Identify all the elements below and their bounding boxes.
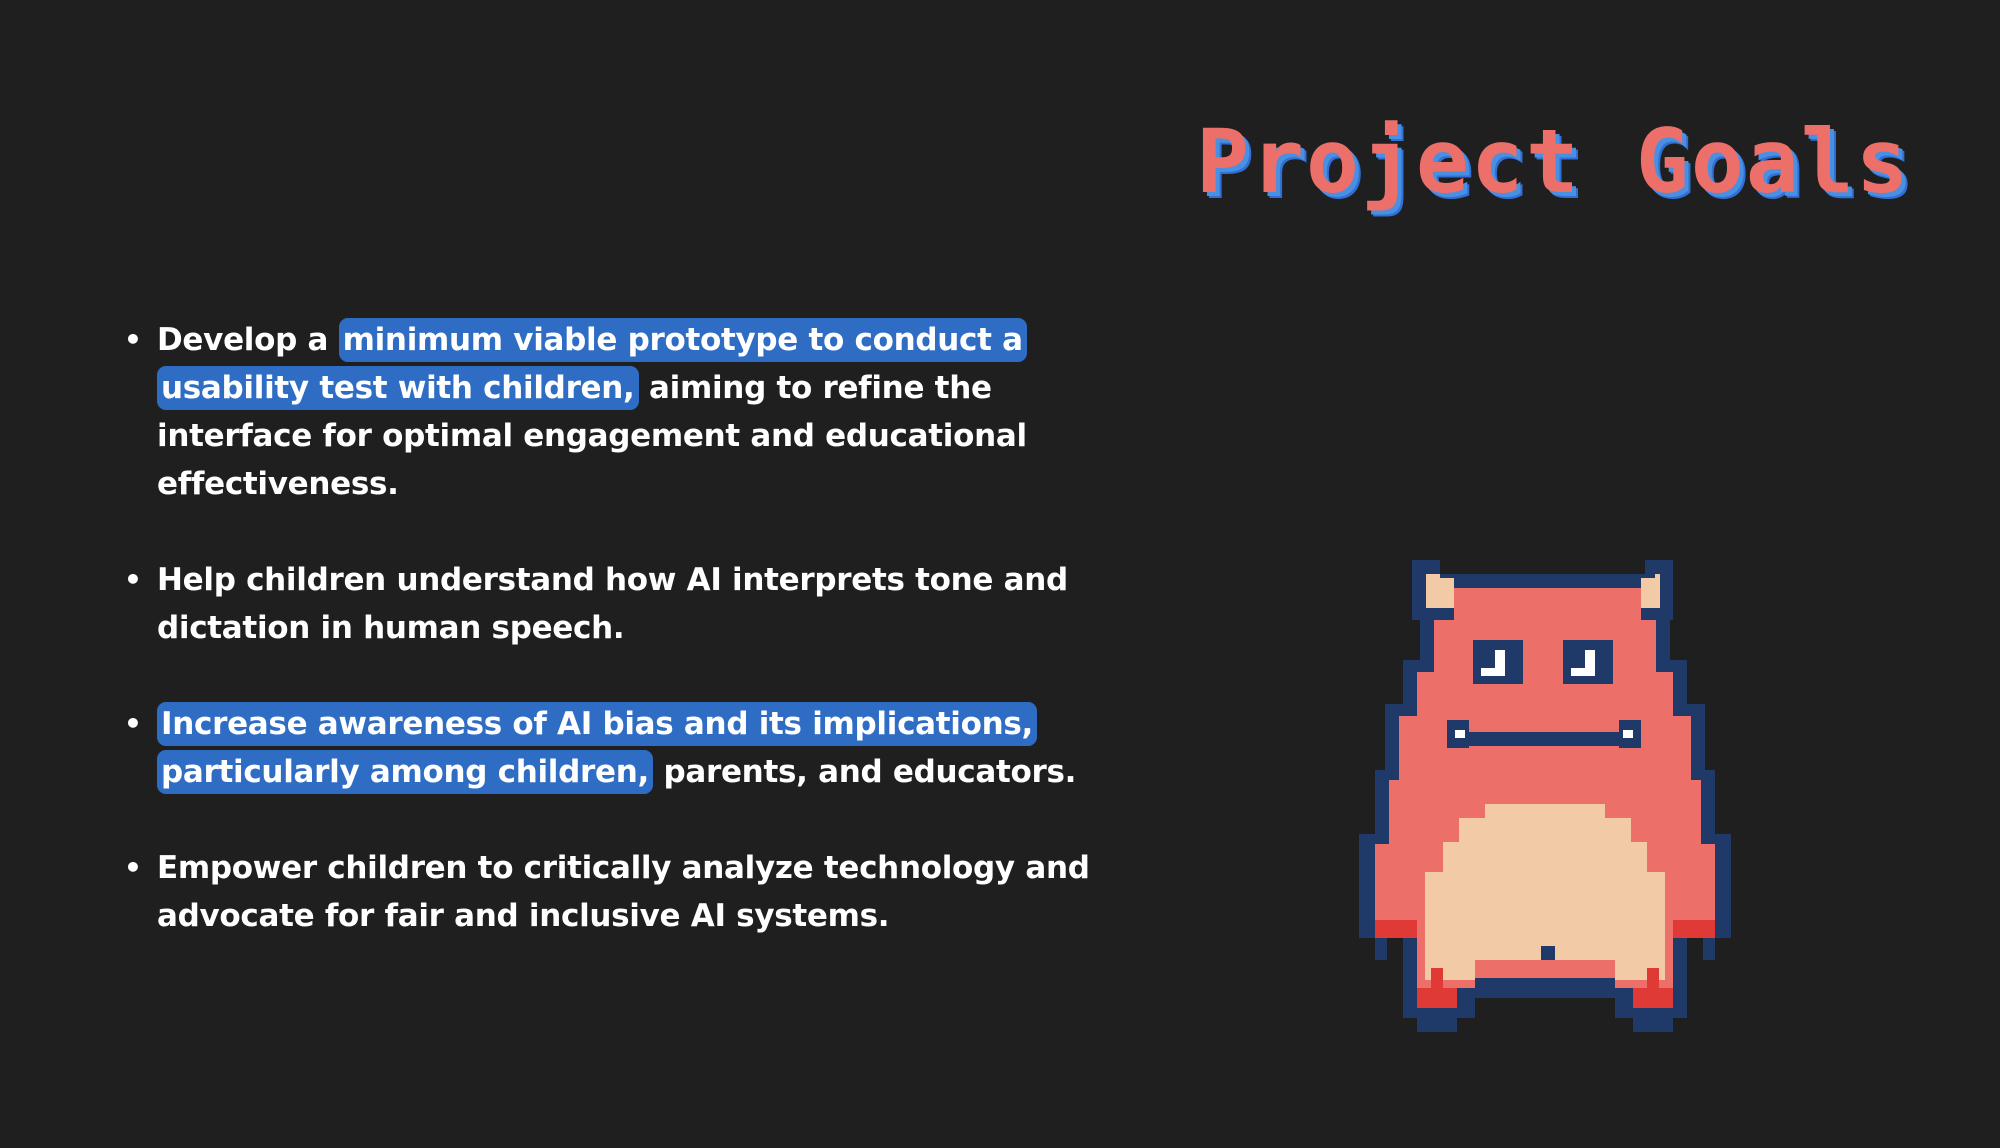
slide-title: Project Goals bbox=[1196, 110, 1911, 213]
bullet-icon: • bbox=[124, 323, 142, 356]
goal-item: • Develop a minimum viable prototype to … bbox=[118, 316, 1118, 508]
goal-item: • Help children understand how AI interp… bbox=[118, 556, 1118, 652]
goal-item: • Increase awareness of AI bias and its … bbox=[118, 700, 1118, 796]
goal-text: Develop a bbox=[157, 322, 339, 358]
bullet-icon: • bbox=[124, 563, 142, 596]
goal-text: Help children understand how AI interpre… bbox=[157, 562, 1068, 646]
bullet-icon: • bbox=[124, 707, 142, 740]
goal-text: parents, and educators. bbox=[652, 754, 1077, 790]
goals-list: • Develop a minimum viable prototype to … bbox=[118, 316, 1118, 988]
goal-item: • Empower children to critically analyze… bbox=[118, 844, 1118, 940]
slide: Project Goals • Develop a minimum viable… bbox=[0, 0, 2000, 1148]
goal-text: Empower children to critically analyze t… bbox=[157, 850, 1090, 934]
bullet-icon: • bbox=[124, 851, 142, 884]
pixel-monster-icon bbox=[1359, 560, 1731, 1032]
